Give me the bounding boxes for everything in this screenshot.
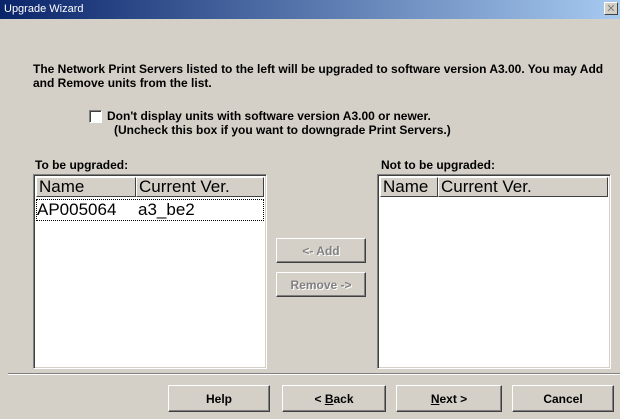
list-item-name: AP005064 xyxy=(37,200,117,219)
intro-text: The Network Print Servers listed to the … xyxy=(33,62,604,90)
help-button[interactable]: Help xyxy=(168,385,270,412)
next-button-mnemonic: N xyxy=(430,391,440,406)
add-button[interactable]: <- Add xyxy=(276,238,366,263)
title-bar: Upgrade Wizard ✕ xyxy=(0,0,620,19)
checkbox-label-line1: Don't display units with software versio… xyxy=(107,109,431,123)
remove-button[interactable]: Remove -> xyxy=(276,272,366,297)
column-header-name[interactable]: Name xyxy=(380,177,438,197)
close-icon[interactable]: ✕ xyxy=(604,2,618,15)
cancel-button[interactable]: Cancel xyxy=(512,385,614,412)
list-item-version: a3_be2 xyxy=(138,200,195,219)
hide-newer-units-checkbox[interactable] xyxy=(89,110,102,123)
checkbox-label: Don't display units with software versio… xyxy=(107,109,537,137)
not-to-be-upgraded-list[interactable]: Name Current Ver. xyxy=(377,174,611,369)
to-be-upgraded-list[interactable]: Name Current Ver. AP005064 a3_be2 xyxy=(33,174,267,369)
checkbox-label-line2: (Uncheck this box if you want to downgra… xyxy=(114,123,451,137)
back-button-rest: ack xyxy=(333,391,354,406)
not-to-be-upgraded-label: Not to be upgraded: xyxy=(381,158,495,172)
window-title: Upgrade Wizard xyxy=(4,3,84,15)
column-header-current-version[interactable]: Current Ver. xyxy=(136,177,264,197)
next-button[interactable]: Next > xyxy=(396,385,502,412)
column-header-current-version[interactable]: Current Ver. xyxy=(438,177,608,197)
back-button-arrow: < xyxy=(314,391,325,406)
back-button-mnemonic: B xyxy=(324,391,334,406)
to-be-upgraded-label: To be upgraded: xyxy=(35,158,129,172)
next-button-rest: ext > xyxy=(439,391,468,406)
list-item[interactable]: AP005064 a3_be2 xyxy=(36,199,264,221)
footer-separator xyxy=(8,373,620,375)
column-header-name[interactable]: Name xyxy=(36,177,136,197)
back-button[interactable]: < Back xyxy=(282,385,386,412)
